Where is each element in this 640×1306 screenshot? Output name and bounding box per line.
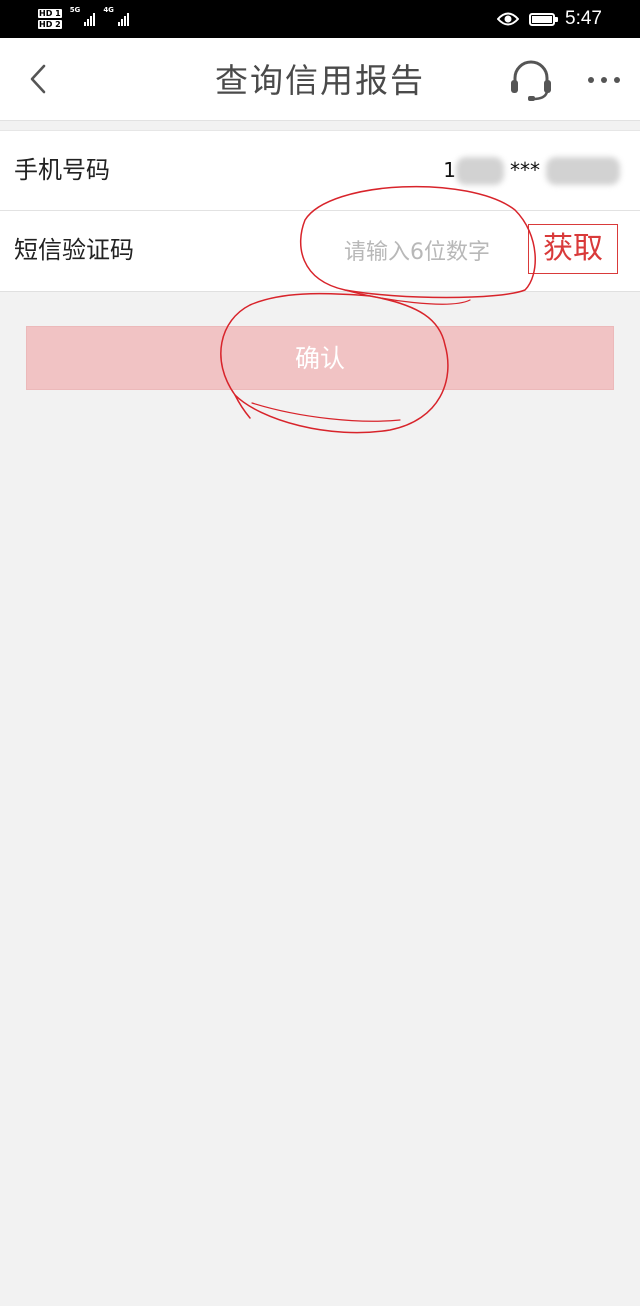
- nav-bar: 查询信用报告: [0, 38, 640, 121]
- signal-strength-icon: [117, 12, 129, 26]
- phone-redaction-blur: [546, 156, 620, 185]
- sim1-badge: HD 1: [38, 9, 62, 18]
- status-bar: HD 1 HD 2 5G 4G 5:47: [0, 0, 640, 38]
- clock: 5:47: [565, 8, 602, 29]
- eye-icon: [497, 12, 520, 26]
- back-chevron-icon[interactable]: [22, 60, 58, 98]
- signal-indicators: HD 1 HD 2 5G 4G: [38, 4, 129, 34]
- network-type-1: 5G: [69, 6, 81, 14]
- verification-form: 手机号码 1 *** 短信验证码 获取: [0, 130, 640, 292]
- sms-code-row: 短信验证码 获取: [0, 211, 640, 290]
- more-dots-icon[interactable]: [584, 68, 624, 92]
- phone-redaction-blur: [456, 156, 504, 185]
- phone-masked: ***: [510, 158, 540, 182]
- customer-service-headset-icon[interactable]: [508, 58, 554, 102]
- page-title: 查询信用报告: [215, 61, 425, 100]
- get-code-button[interactable]: 获取: [528, 224, 618, 274]
- sim2-badge: HD 2: [38, 20, 62, 29]
- signal-strength-icon: [84, 12, 96, 26]
- battery-icon: [529, 12, 559, 26]
- sim-badges: HD 1 HD 2: [38, 9, 62, 29]
- confirm-button[interactable]: 确认: [26, 326, 614, 390]
- phone-number-value: 1 ***: [443, 131, 620, 210]
- phone-row: 手机号码 1 ***: [0, 131, 640, 211]
- phone-prefix: 1: [443, 158, 456, 182]
- network-type-2: 4G: [103, 6, 114, 14]
- sms-code-label: 短信验证码: [14, 236, 134, 264]
- sms-code-input[interactable]: [340, 229, 528, 275]
- phone-label: 手机号码: [14, 156, 110, 184]
